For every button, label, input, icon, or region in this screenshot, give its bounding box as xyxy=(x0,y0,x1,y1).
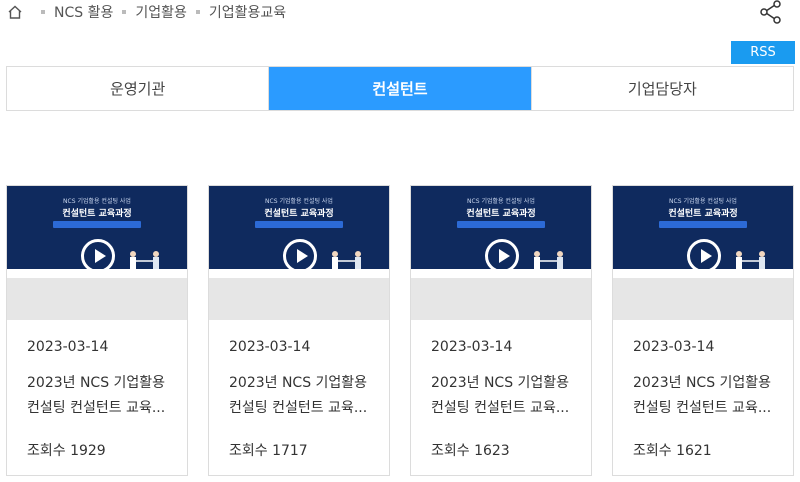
card-title-line[interactable]: 2023년 NCS 기업활용 xyxy=(431,371,581,396)
card-title[interactable]: 2023년 NCS 기업활용 컨설팅 컨설턴트 교육... xyxy=(633,371,783,421)
card-title-line[interactable]: 컨설팅 컨설턴트 교육... xyxy=(27,396,177,421)
thumbnail-subtitle: NCS 기업활용 컨설팅 사업 xyxy=(265,198,333,205)
card-title-line[interactable]: 컨설팅 컨설턴트 교육... xyxy=(229,396,379,421)
video-thumbnail[interactable]: NCS 기업활용 컨설팅 사업 컨설턴트 교육과정 xyxy=(411,186,591,278)
video-thumbnail[interactable]: NCS 기업활용 컨설팅 사업 컨설턴트 교육과정 xyxy=(7,186,187,278)
card-date: 2023-03-14 xyxy=(431,339,513,355)
thumbnail-banner xyxy=(255,221,343,228)
card-title[interactable]: 2023년 NCS 기업활용 컨설팅 컨설턴트 교육... xyxy=(229,371,379,421)
thumbnail-subtitle: NCS 기업활용 컨설팅 사업 xyxy=(63,198,131,205)
play-icon[interactable] xyxy=(283,239,317,273)
thumbnail-padding xyxy=(209,278,389,320)
breadcrumb-item-company-education[interactable]: 기업활용교육 xyxy=(209,2,286,22)
thumbnail-subtitle: NCS 기업활용 컨설팅 사업 xyxy=(669,198,737,205)
card-date: 2023-03-14 xyxy=(229,339,311,355)
card-date: 2023-03-14 xyxy=(27,339,109,355)
breadcrumb-separator xyxy=(122,10,127,14)
thumbnail-logo-band xyxy=(7,269,187,278)
tab-operating-agency[interactable]: 운영기관 xyxy=(7,67,269,110)
card-title-line[interactable]: 2023년 NCS 기업활용 xyxy=(633,371,783,396)
card-view-count: 조회수 1929 xyxy=(27,443,106,459)
thumbnail-banner xyxy=(659,221,747,228)
play-icon[interactable] xyxy=(687,239,721,273)
video-thumbnail[interactable]: NCS 기업활용 컨설팅 사업 컨설턴트 교육과정 xyxy=(613,186,793,278)
tab-company-manager[interactable]: 기업담당자 xyxy=(530,67,793,110)
tab-consultant[interactable]: 컨설턴트 xyxy=(268,67,531,110)
video-card[interactable]: NCS 기업활용 컨설팅 사업 컨설턴트 교육과정 2023-03-14 202… xyxy=(208,185,390,476)
thumbnail-logo-band xyxy=(209,269,389,278)
thumbnail-banner xyxy=(457,221,545,228)
card-view-count: 조회수 1621 xyxy=(633,443,712,459)
card-title-line[interactable]: 컨설팅 컨설턴트 교육... xyxy=(633,396,783,421)
breadcrumb: NCS 활용 기업활용 기업활용교육 xyxy=(6,0,286,24)
card-title-line[interactable]: 2023년 NCS 기업활용 xyxy=(27,371,177,396)
rss-button[interactable]: RSS xyxy=(731,41,795,64)
tab-bar: 운영기관 컨설턴트 기업담당자 xyxy=(6,66,794,111)
breadcrumb-item-company-use[interactable]: 기업활용 xyxy=(135,2,187,22)
thumbnail-title: 컨설턴트 교육과정 xyxy=(668,209,738,219)
play-icon[interactable] xyxy=(485,239,519,273)
thumbnail-padding xyxy=(7,278,187,320)
breadcrumb-separator xyxy=(41,10,45,14)
thumbnail-padding xyxy=(411,278,591,320)
card-view-count: 조회수 1717 xyxy=(229,443,308,459)
breadcrumb-item-ncs[interactable]: NCS 활용 xyxy=(54,2,113,22)
thumbnail-subtitle: NCS 기업활용 컨설팅 사업 xyxy=(467,198,535,205)
card-title[interactable]: 2023년 NCS 기업활용 컨설팅 컨설턴트 교육... xyxy=(27,371,177,421)
card-date: 2023-03-14 xyxy=(633,339,715,355)
thumbnail-title: 컨설턴트 교육과정 xyxy=(264,209,334,219)
breadcrumb-separator xyxy=(195,10,200,14)
share-icon[interactable] xyxy=(759,0,783,24)
home-icon[interactable] xyxy=(6,3,24,21)
thumbnail-logo-band xyxy=(613,269,793,278)
card-title[interactable]: 2023년 NCS 기업활용 컨설팅 컨설턴트 교육... xyxy=(431,371,581,421)
thumbnail-logo-band xyxy=(411,269,591,278)
video-card[interactable]: NCS 기업활용 컨설팅 사업 컨설턴트 교육과정 2023-03-14 202… xyxy=(6,185,188,476)
video-card[interactable]: NCS 기업활용 컨설팅 사업 컨설턴트 교육과정 2023-03-14 202… xyxy=(410,185,592,476)
thumbnail-banner xyxy=(53,221,141,228)
thumbnail-title: 컨설턴트 교육과정 xyxy=(62,209,132,219)
play-icon[interactable] xyxy=(81,239,115,273)
thumbnail-padding xyxy=(613,278,793,320)
video-card[interactable]: NCS 기업활용 컨설팅 사업 컨설턴트 교육과정 2023-03-14 202… xyxy=(612,185,794,476)
card-view-count: 조회수 1623 xyxy=(431,443,510,459)
thumbnail-title: 컨설턴트 교육과정 xyxy=(466,209,536,219)
card-title-line[interactable]: 2023년 NCS 기업활용 xyxy=(229,371,379,396)
card-title-line[interactable]: 컨설팅 컨설턴트 교육... xyxy=(431,396,581,421)
video-thumbnail[interactable]: NCS 기업활용 컨설팅 사업 컨설턴트 교육과정 xyxy=(209,186,389,278)
